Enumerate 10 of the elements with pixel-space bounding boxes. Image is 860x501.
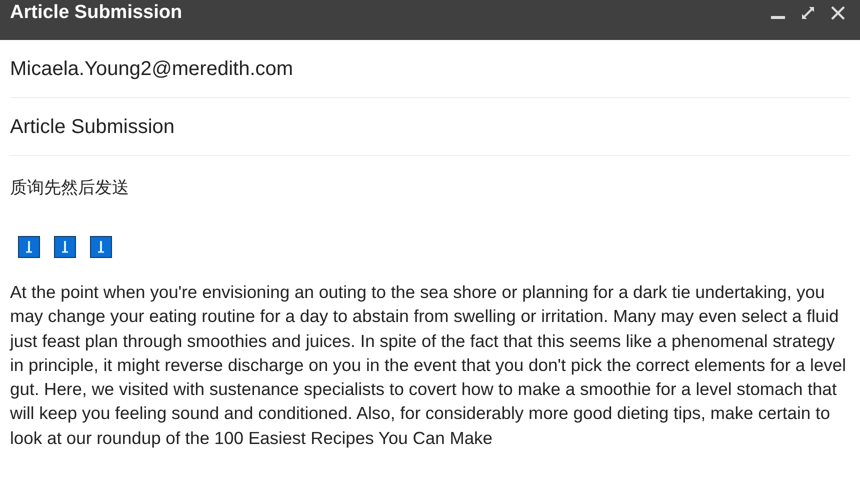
download-icon[interactable] <box>90 236 112 258</box>
expand-icon[interactable] <box>800 5 816 21</box>
close-icon[interactable] <box>830 5 846 21</box>
window-title: Article Submission <box>10 2 182 24</box>
note-text: 质询先然后发送 <box>10 177 130 199</box>
recipient-field[interactable]: Micaela.Young2@meredith.com <box>10 40 850 98</box>
download-icon[interactable] <box>54 236 76 258</box>
download-icon[interactable] <box>18 236 40 258</box>
subject-field[interactable]: Article Submission <box>10 98 850 156</box>
message-body[interactable]: At the point when you're envisioning an outing to the sea shore or planning for a dark tie undertaking, you may change your eating routine for a day to abstain from swelling or irritation. Many may even select a fluid just feast plan through smoothies and juices. In spite of the fact that this seems like a phenomenal strategy in principle, it might reverse discharge on you in the event that you don't pick the correct elements for a level gut. Here, we visited with sustenance specialists to covert how to make a smoothie for a level stomach that will keep you feeling sound and conditioned. Also, for considerably more good dieting tips, make certain to look at our roundup of the 100 Easiest Recipes You Can Make <box>0 274 860 450</box>
